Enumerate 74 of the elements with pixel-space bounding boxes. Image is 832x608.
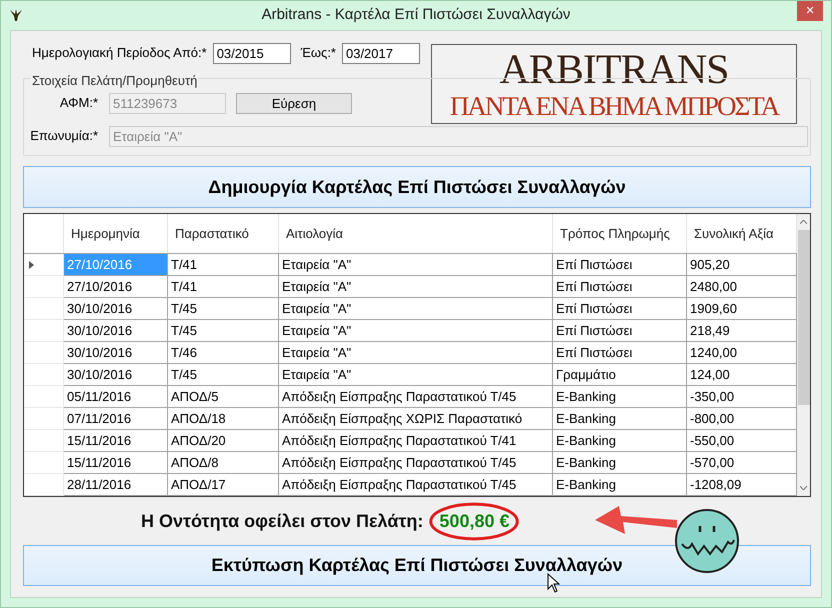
balance-amount: 500,80 €: [439, 510, 510, 530]
table-cell: ΑΠΟΔ/17: [168, 474, 279, 496]
period-from-label: Ημερολογιακή Περίοδος Από:*: [32, 44, 207, 62]
table-cell: 905,20: [687, 254, 797, 276]
table-cell: Εταιρεία "Α": [279, 254, 553, 276]
table-cell: Τ/45: [168, 364, 279, 386]
table-cell: 2480,00: [687, 276, 797, 298]
table-cell: Τ/46: [168, 342, 279, 364]
period-to-label: Έως:*: [300, 44, 336, 62]
table-cell: Γραμμάτιο: [553, 364, 687, 386]
create-button[interactable]: Δημιουργία Καρτέλας Επί Πιστώσει Συναλλαγών: [23, 166, 811, 208]
table-cell: ΑΠΟΔ/18: [168, 408, 279, 430]
table-cell: Απόδειξη Είσπραξης Παραστατικού Τ/45: [279, 474, 553, 496]
logo-slogan: ΠΑΝΤΑ ΕΝΑ ΒΗΜΑ ΜΠΡΟΣΤΑ: [450, 92, 778, 120]
table-cell: Τ/45: [168, 298, 279, 320]
table-cell: 30/10/2016: [64, 298, 168, 320]
from-field[interactable]: 03/2015: [212, 42, 291, 64]
table-cell: Τ/41: [168, 254, 279, 276]
table-cell: Απόδειξη Είσπραξης ΧΩΡΙΣ Παραστατικό: [279, 408, 553, 430]
table-cell: -550,00: [687, 430, 797, 452]
table-cell: Εταιρεία "Α": [279, 298, 553, 320]
table-cell: Επί Πιστώσει: [553, 276, 687, 298]
column-header[interactable]: Παραστατικό: [168, 214, 279, 253]
table-cell: 05/11/2016: [64, 386, 168, 408]
table-cell: E-Banking: [553, 452, 687, 474]
table-cell: 30/10/2016: [64, 320, 168, 342]
table-cell: 1240,00: [687, 342, 797, 364]
table-cell: Απόδειξη Είσπραξης Παραστατικού Τ/41: [279, 430, 553, 452]
table-cell: 218,49: [687, 320, 797, 342]
afm-label: ΑΦΜ:*: [58, 94, 98, 112]
name-label: Επωνυμία:*: [29, 127, 98, 146]
column-header[interactable]: Ημερομηνία: [64, 214, 168, 253]
table-cell: 27/10/2016: [64, 254, 168, 276]
logo-title: ARBITRANS: [499, 48, 729, 90]
table-cell: -800,00: [687, 408, 797, 430]
table-cell: 30/10/2016: [64, 342, 168, 364]
find-button[interactable]: Εύρεση: [236, 92, 352, 114]
table-cell: E-Banking: [553, 386, 687, 408]
table-cell: 27/10/2016: [64, 276, 168, 298]
close-button[interactable]: ✕: [797, 1, 823, 21]
table-cell: E-Banking: [553, 408, 687, 430]
table-cell: Εταιρεία "Α": [279, 364, 553, 386]
table-cell: Εταιρεία "Α": [279, 276, 553, 298]
table-cell: Επί Πιστώσει: [553, 298, 687, 320]
table-cell: 15/11/2016: [64, 430, 168, 452]
table-cell: 30/10/2016: [64, 364, 168, 386]
table-cell: Απόδειξη Είσπραξης Παραστατικού Τ/45: [279, 452, 553, 474]
balance-label: Η Οντότητα οφείλει στον Πελάτη:: [141, 510, 424, 533]
table-cell: 28/11/2016: [64, 474, 168, 496]
table-cell: -1208,09: [687, 474, 797, 496]
table-cell: Επί Πιστώσει: [553, 254, 687, 276]
window-title: Arbitrans - Καρτέλα Επί Πιστώσει Συναλλαγών: [262, 5, 570, 26]
table-cell: 07/11/2016: [64, 408, 168, 430]
to-field[interactable]: 03/2017: [342, 42, 420, 64]
table-cell: 124,00: [687, 364, 797, 386]
column-header[interactable]: Αιτιολογία: [279, 214, 553, 253]
table-cell: 1909,60: [687, 298, 797, 320]
table-cell: Εταιρεία "Α": [279, 342, 553, 364]
table-cell: E-Banking: [553, 430, 687, 452]
table-cell: -350,00: [687, 386, 797, 408]
table-cell: Τ/41: [168, 276, 279, 298]
table-cell: Τ/45: [168, 320, 279, 342]
table-cell: -570,00: [687, 452, 797, 474]
table-cell: ΑΠΟΔ/20: [168, 430, 279, 452]
print-button[interactable]: Εκτύπωση Καρτέλας Επί Πιστώσει Συναλλαγών: [23, 545, 811, 586]
table-cell: Επί Πιστώσει: [553, 320, 687, 342]
table-cell: 15/11/2016: [64, 452, 168, 474]
table-cell: E-Banking: [553, 474, 687, 496]
table-cell: ΑΠΟΔ/8: [168, 452, 279, 474]
column-header[interactable]: Τρόπος Πληρωμής: [553, 214, 687, 253]
table-cell: Εταιρεία "Α": [279, 320, 553, 342]
table-cell: ΑΠΟΔ/5: [168, 386, 279, 408]
table-cell: Απόδειξη Είσπραξης Παραστατικού Τ/45: [279, 386, 553, 408]
table-cell: Επί Πιστώσει: [553, 342, 687, 364]
